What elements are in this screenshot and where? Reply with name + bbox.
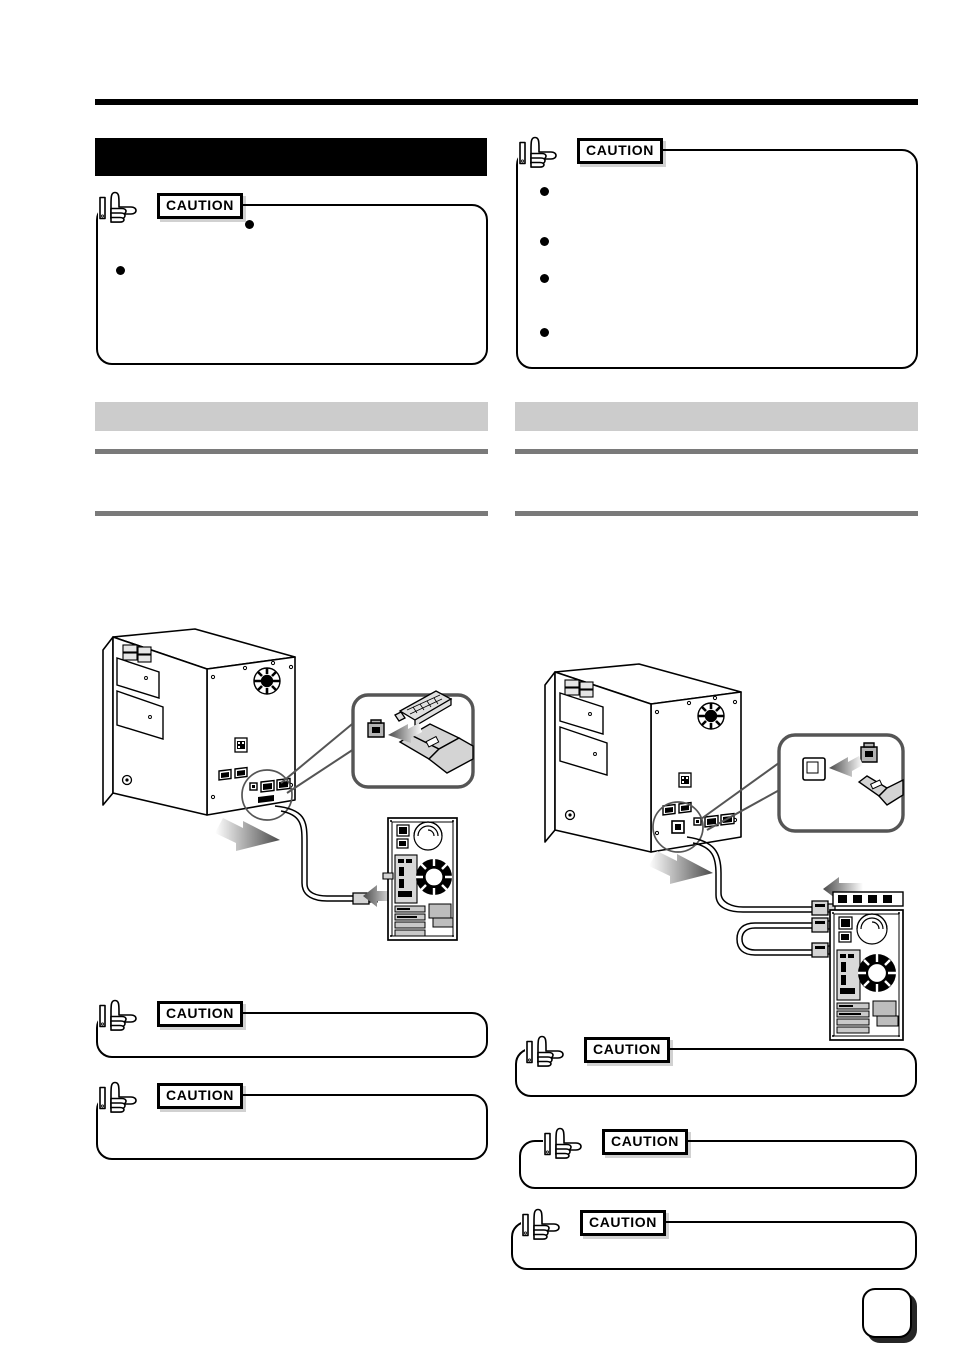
page-number-badge: [862, 1288, 912, 1338]
right-illustration-parallel-connection: [515, 655, 923, 1045]
caution-header: CAUTION: [543, 1126, 688, 1159]
magnified-connector-inset: [777, 733, 905, 833]
bullet-marker: [540, 237, 549, 246]
caution-header: CAUTION: [518, 135, 663, 168]
caution-body: [112, 1032, 474, 1050]
caution-body: [112, 220, 474, 357]
pc-tower-rear-view: [829, 891, 904, 1041]
caution-label: CAUTION: [157, 1083, 243, 1109]
arrow-indicator: [649, 851, 713, 884]
pointing-hand-icon: [519, 136, 557, 168]
caution-body: [531, 1068, 903, 1089]
bullet-marker: [540, 274, 549, 283]
page-top-rule: [95, 99, 918, 105]
left-gray-section-header: [95, 402, 488, 431]
left-illustration-usb-connection: [95, 625, 495, 955]
right-gray-section-header: [515, 402, 918, 431]
caution-body: [112, 1114, 474, 1152]
left-caution-top: CAUTION: [96, 190, 489, 366]
right-rule-upper: [515, 449, 918, 454]
manual-page: CAUTION CAUTION CAUTION CAUTION CAUTION …: [0, 0, 954, 1351]
caution-header: CAUTION: [521, 1207, 666, 1240]
caution-header: CAUTION: [98, 190, 243, 223]
caution-label: CAUTION: [157, 1001, 243, 1027]
caution-header: CAUTION: [525, 1034, 670, 1067]
left-caution-bottom-1: CAUTION: [96, 998, 489, 1059]
left-section-title-bar: [95, 138, 487, 176]
caution-body: [527, 1241, 903, 1262]
magnified-connector-inset: [351, 690, 475, 789]
pointing-hand-icon: [522, 1208, 560, 1240]
bullet-marker: [245, 220, 254, 229]
caution-body: [535, 1160, 903, 1181]
caution-label: CAUTION: [157, 193, 243, 219]
bullet-marker: [540, 328, 549, 337]
right-caution-bottom-2: CAUTION: [519, 1126, 918, 1190]
caution-label: CAUTION: [577, 138, 663, 164]
caution-body: [532, 169, 904, 361]
caution-label: CAUTION: [602, 1129, 688, 1155]
right-caution-bottom-1: CAUTION: [515, 1034, 918, 1098]
pointing-hand-icon: [99, 191, 137, 223]
pointing-hand-icon: [526, 1035, 564, 1067]
arrow-indicator: [215, 818, 280, 851]
left-rule-lower: [95, 511, 488, 516]
bullet-marker: [116, 266, 125, 275]
left-caution-bottom-2: CAUTION: [96, 1080, 489, 1161]
caution-label: CAUTION: [584, 1037, 670, 1063]
right-rule-lower: [515, 511, 918, 516]
caution-header: CAUTION: [98, 998, 243, 1031]
pointing-hand-icon: [99, 999, 137, 1031]
right-caution-top: CAUTION: [516, 135, 919, 370]
right-caution-bottom-3: CAUTION: [511, 1207, 918, 1271]
pc-tower-rear-view: [382, 817, 458, 941]
bullet-marker: [540, 187, 549, 196]
caution-label: CAUTION: [580, 1210, 666, 1236]
left-rule-upper: [95, 449, 488, 454]
pointing-hand-icon: [544, 1127, 582, 1159]
caution-header: CAUTION: [98, 1080, 243, 1113]
pointing-hand-icon: [99, 1081, 137, 1113]
